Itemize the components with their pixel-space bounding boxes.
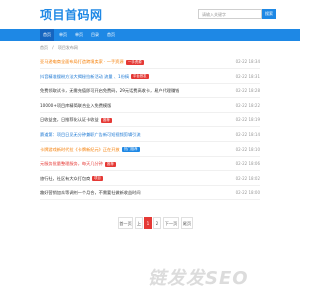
pager-first-button[interactable]: 首一页 [118,217,133,229]
nav-item-home[interactable]: 首页 [40,29,54,41]
list-item-date: 02-22 18:22 [235,102,260,108]
watermark: 链发发SEO [148,268,249,289]
list-item-date: 02-22 18:19 [235,117,260,123]
main-nav: 首页 单页 单页 目录 首页 [0,29,300,41]
list-item[interactable]: 趣好营销加众等调剂一个月合，不需要社做新收益时间 02-22 18:00 [40,186,260,201]
site-header: 项目首码网 请输入关键字 搜索 [0,0,300,30]
list-item-title[interactable]: 旅行社，社区有大众打包商 [40,176,90,182]
list-item-badge: 推荐 [101,117,112,123]
list-item-date: 02-22 18:00 [235,190,260,196]
breadcrumb-separator: / [52,45,54,50]
search-button[interactable]: 搜索 [262,9,276,19]
list-item[interactable]: 亚马逊电商全面布局打造跨境卖家 · 一手资源 一手资源 02-22 18:34 [40,55,260,69]
pager-next-button[interactable]: 下一页 [163,217,179,229]
list-item[interactable]: 抖音精准搜粉方法大揭秘拉新活动 流量 、1份搞 平台首发 02-22 18:31 [40,70,260,84]
list-item-title[interactable]: 日收益变，日推荐化认证卡收益 [40,117,99,123]
nav-item-page-2[interactable]: 单页 [72,29,86,41]
list-item-title[interactable]: 趣好营销加众等调剂一个月合，不需要社做新收益时间 [40,190,141,196]
list-item-title[interactable]: 10000+项目库精简联合业入免费模版 [40,103,111,109]
list-item-date: 02-22 18:31 [235,73,260,79]
list-item-title[interactable]: 抖音精准搜粉方法大揭秘拉新活动 流量 、1份搞 [40,74,129,80]
list-item-title[interactable]: 元服务批量整理服务，每天几分钟 [40,161,103,167]
breadcrumb-home[interactable]: 首页 [40,45,48,50]
list-item-title[interactable]: 赛道第：项目日见无分钟兼职广告新可短视频剪辑引流 [40,132,141,138]
list-item[interactable]: 卡牌游戏新时代拉《卡牌新纪元》正在开放 热门推荐 02-22 18:10 [40,143,260,157]
list-item-badge: 平台首发 [131,74,149,80]
pager-last-button[interactable]: 尾页 [181,217,193,229]
list-item-badge: 一手资源 [126,59,144,65]
list-item-badge: 项目 [92,176,103,182]
list-item-date: 02-22 18:06 [235,161,260,167]
list-item-date: 02-22 18:28 [235,88,260,94]
list-item[interactable]: 赛道第：项目日见无分钟兼职广告新可短视频剪辑引流 02-22 18:14 [40,128,260,142]
site-logo[interactable]: 项目首码网 [40,6,103,23]
nav-item-page-1[interactable]: 单页 [56,29,70,41]
nav-item-directory[interactable]: 目录 [88,29,102,41]
list-item-title[interactable]: 免费领取试卡，无需充值即可开启免费码，29元话费高收卡，易户代理赚钱 [40,88,179,94]
pager-page-1[interactable]: 1 [144,217,152,229]
pager-page-2[interactable]: 2 [153,217,161,229]
list-item-badge: 热门推荐 [122,147,140,153]
list-item[interactable]: 10000+项目库精简联合业入免费模版 02-22 18:22 [40,99,260,113]
list-item-date: 02-22 18:34 [235,59,260,64]
breadcrumb: 首页 / 项目发布网 [40,45,81,51]
list-item-badge: 推荐 [105,161,116,167]
list-item[interactable]: 免费领取试卡，无需充值即可开启免费码，29元话费高收卡，易户代理赚钱 02-22 … [40,84,260,99]
list-item[interactable]: 旅行社，社区有大众打包商 项目 02-22 18:02 [40,172,260,186]
list-item-date: 02-22 18:10 [235,146,260,152]
list-item[interactable]: 元服务批量整理服务，每天几分钟 推荐 02-22 18:06 [40,157,260,172]
pager-prev-button[interactable]: 上 [135,217,143,229]
list-item-date: 02-22 18:14 [235,132,260,137]
nav-item-home-2[interactable]: 首页 [104,29,118,41]
list-item-title[interactable]: 亚马逊电商全面布局打造跨境卖家 · 一手资源 [40,59,124,65]
breadcrumb-current[interactable]: 项目发布网 [58,45,78,50]
list-item[interactable]: 日收益变，日推荐化认证卡收益 推荐 02-22 18:19 [40,113,260,128]
list-item-date: 02-22 18:02 [235,175,260,181]
search-input[interactable]: 请输入关键字 [198,9,262,19]
list-item-title[interactable]: 卡牌游戏新时代拉《卡牌新纪元》正在开放 [40,147,120,153]
